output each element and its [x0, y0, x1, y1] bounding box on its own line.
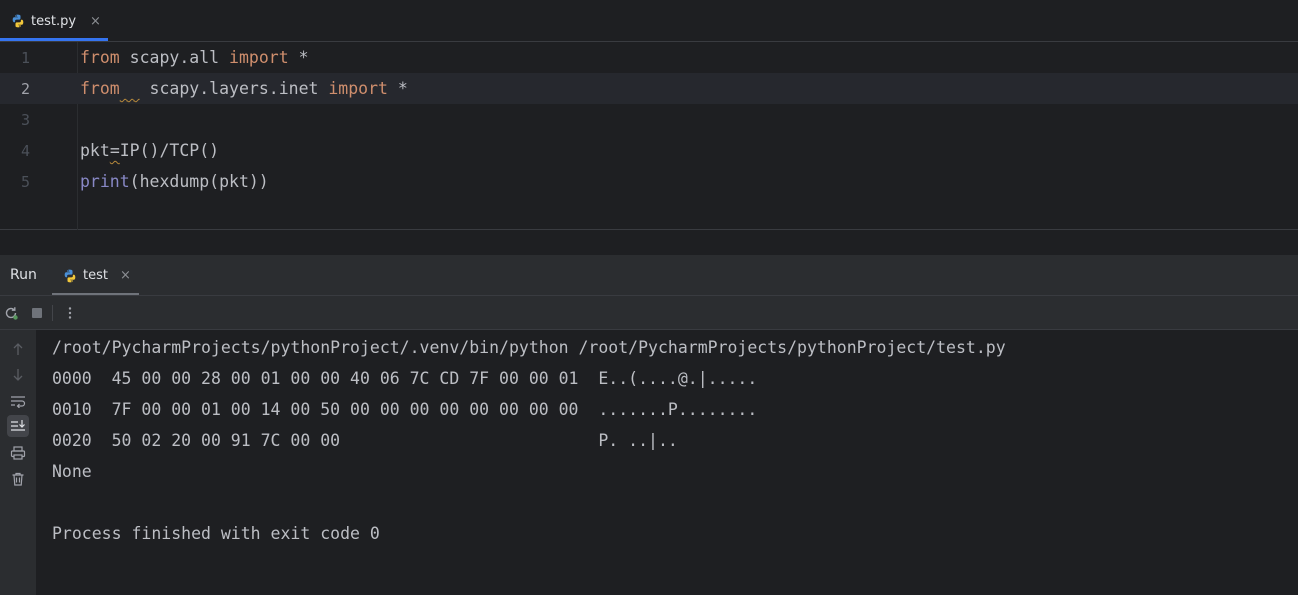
code-token: scapy.layers.inet	[139, 79, 329, 98]
clear-icon[interactable]	[7, 468, 29, 490]
console-line: 0000 45 00 00 28 00 01 00 00 40 06 7C CD…	[52, 369, 758, 388]
python-file-icon	[11, 14, 25, 28]
tab-label: test.py	[31, 13, 77, 29]
console-side-toolbar	[0, 330, 36, 595]
code-line[interactable]: 4 pkt=IP()/TCP()	[0, 135, 1298, 166]
code-token: pkt	[80, 141, 110, 160]
code-text: from scapy.all import *	[80, 48, 309, 67]
run-tab-label: test	[83, 268, 108, 283]
line-number: 5	[20, 172, 30, 191]
code-token: from	[80, 79, 120, 98]
console-line: 0010 7F 00 00 01 00 14 00 50 00 00 00 00…	[52, 400, 758, 419]
run-tab-test[interactable]: test ×	[52, 255, 139, 296]
scroll-down-icon[interactable]	[7, 364, 29, 386]
line-number: 4	[20, 141, 30, 160]
code-line[interactable]: 1 from scapy.all import *	[0, 42, 1298, 73]
code-token: print	[80, 172, 130, 191]
soft-wrap-icon[interactable]	[7, 390, 29, 412]
code-editor[interactable]: 1 from scapy.all import * 2 from scapy.laye…	[0, 42, 1298, 230]
close-run-tab-icon[interactable]: ×	[120, 268, 131, 283]
code-token: scapy.all	[119, 48, 230, 67]
console-line: 0020 50 02 20 00 91 7C 00 00 P. ..|..	[52, 431, 678, 450]
code-token: =	[109, 141, 120, 160]
print-icon[interactable]	[7, 442, 29, 464]
run-tab-indicator	[52, 293, 139, 295]
editor-tab-bar: test.py ×	[0, 0, 1298, 42]
scroll-to-end-icon[interactable]	[7, 415, 29, 437]
console-line: None	[52, 462, 92, 481]
tab-test-py[interactable]: test.py ×	[0, 0, 108, 42]
code-token: import	[229, 48, 289, 67]
code-token: (hexdump(pkt))	[129, 172, 269, 191]
code-token: from	[80, 48, 120, 67]
run-tool-window-header: Run test ×	[0, 255, 1298, 296]
code-text: print(hexdump(pkt))	[80, 172, 269, 191]
code-text: from scapy.layers.inet import *	[80, 79, 408, 98]
run-toolbar	[0, 296, 1298, 330]
console-line: Process finished with exit code 0	[52, 524, 380, 543]
console-line: /root/PycharmProjects/pythonProject/.ven…	[52, 338, 1006, 357]
close-tab-icon[interactable]: ×	[90, 14, 101, 29]
toolbar-divider	[52, 305, 53, 321]
console-output[interactable]: /root/PycharmProjects/pythonProject/.ven…	[36, 330, 1298, 595]
line-number: 3	[20, 110, 30, 129]
code-line[interactable]: 5 print(hexdump(pkt))	[0, 166, 1298, 197]
code-line[interactable]: 2 from scapy.layers.inet import *	[0, 73, 1298, 104]
code-text: pkt=IP()/TCP()	[80, 141, 219, 160]
run-title: Run	[10, 267, 37, 283]
python-run-config-icon	[63, 269, 77, 283]
active-tab-indicator	[0, 38, 108, 41]
code-line[interactable]: 3	[0, 104, 1298, 135]
scroll-up-icon[interactable]	[7, 338, 29, 360]
code-token: *	[387, 79, 408, 98]
code-token: import	[328, 79, 388, 98]
code-token: IP()/TCP()	[119, 141, 220, 160]
more-options-icon[interactable]	[61, 304, 79, 322]
code-token: *	[288, 48, 309, 67]
rerun-icon[interactable]	[2, 304, 20, 322]
line-number: 1	[20, 48, 30, 67]
stop-icon[interactable]	[28, 304, 46, 322]
line-number: 2	[20, 79, 30, 98]
